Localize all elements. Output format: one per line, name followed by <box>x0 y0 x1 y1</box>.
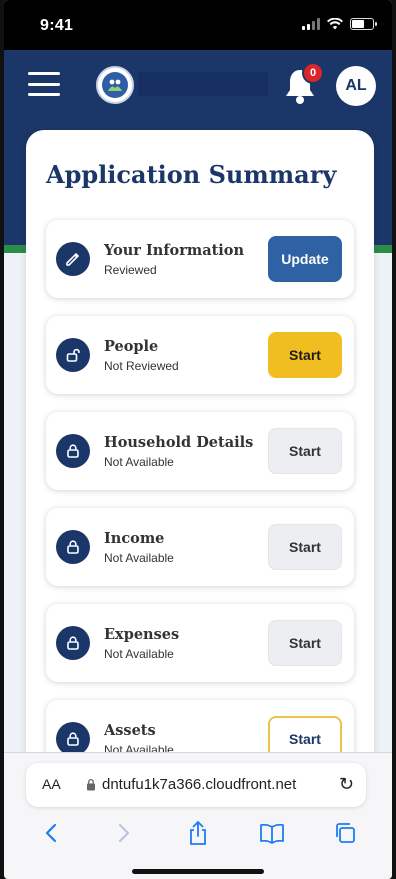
home-indicator[interactable] <box>132 869 264 874</box>
back-icon[interactable] <box>36 818 66 848</box>
page-title: Application Summary <box>46 160 337 189</box>
start-button[interactable]: Start <box>268 428 342 474</box>
url-text[interactable]: dntufu1k7a366.cloudfront.net <box>102 776 296 793</box>
lock-icon <box>56 530 90 564</box>
item-name: Assets <box>104 722 156 739</box>
item-name: Household Details <box>104 434 254 451</box>
item-status: Not Available <box>104 647 174 661</box>
lock-icon <box>56 722 90 756</box>
unlock-icon <box>56 338 90 372</box>
item-name: Income <box>104 530 165 547</box>
summary-item-your-information[interactable]: Your Information Reviewed Update <box>46 220 354 298</box>
browser-toolbar <box>4 815 392 851</box>
application-summary-card: Application Summary Your Information Rev… <box>26 130 374 778</box>
menu-icon[interactable] <box>28 72 60 96</box>
bookmarks-icon[interactable] <box>257 818 287 848</box>
lock-icon <box>56 434 90 468</box>
agency-logo[interactable] <box>96 66 134 104</box>
address-bar[interactable]: AA dntufu1k7a366.cloudfront.net ↻ <box>26 763 366 807</box>
seal-icon <box>102 72 128 98</box>
summary-item-expenses[interactable]: Expenses Not Available Start <box>46 604 354 682</box>
text-size-button[interactable]: AA <box>42 776 61 792</box>
item-status: Not Available <box>104 551 174 565</box>
item-name: Expenses <box>104 626 180 643</box>
agency-name-banner <box>138 72 268 96</box>
start-button[interactable]: Start <box>268 524 342 570</box>
tabs-icon[interactable] <box>330 818 360 848</box>
battery-icon <box>350 18 377 30</box>
item-name: Your Information <box>104 242 245 259</box>
wifi-icon <box>327 18 343 30</box>
start-button[interactable]: Start <box>268 332 342 378</box>
update-button[interactable]: Update <box>268 236 342 282</box>
share-icon[interactable] <box>183 818 213 848</box>
status-time: 9:41 <box>40 17 74 34</box>
pencil-icon <box>56 242 90 276</box>
phone-screen: 9:41 0 AL Application Summary Your Infor… <box>4 0 392 879</box>
lock-icon <box>56 626 90 660</box>
item-status: Reviewed <box>104 263 157 277</box>
cellular-signal-icon <box>302 18 320 30</box>
summary-item-income[interactable]: Income Not Available Start <box>46 508 354 586</box>
forward-icon[interactable] <box>109 818 139 848</box>
lock-icon <box>87 778 95 791</box>
start-button[interactable]: Start <box>268 620 342 666</box>
item-status: Not Reviewed <box>104 359 179 373</box>
item-status: Not Available <box>104 455 174 469</box>
summary-item-household-details[interactable]: Household Details Not Available Start <box>46 412 354 490</box>
status-bar: 9:41 <box>4 0 392 50</box>
summary-item-people[interactable]: People Not Reviewed Start <box>46 316 354 394</box>
browser-chrome: AA dntufu1k7a366.cloudfront.net ↻ <box>4 752 392 879</box>
avatar[interactable]: AL <box>336 66 376 106</box>
status-icons <box>302 18 377 30</box>
notification-badge: 0 <box>302 62 324 84</box>
item-name: People <box>104 338 159 355</box>
reload-icon[interactable]: ↻ <box>339 774 354 795</box>
